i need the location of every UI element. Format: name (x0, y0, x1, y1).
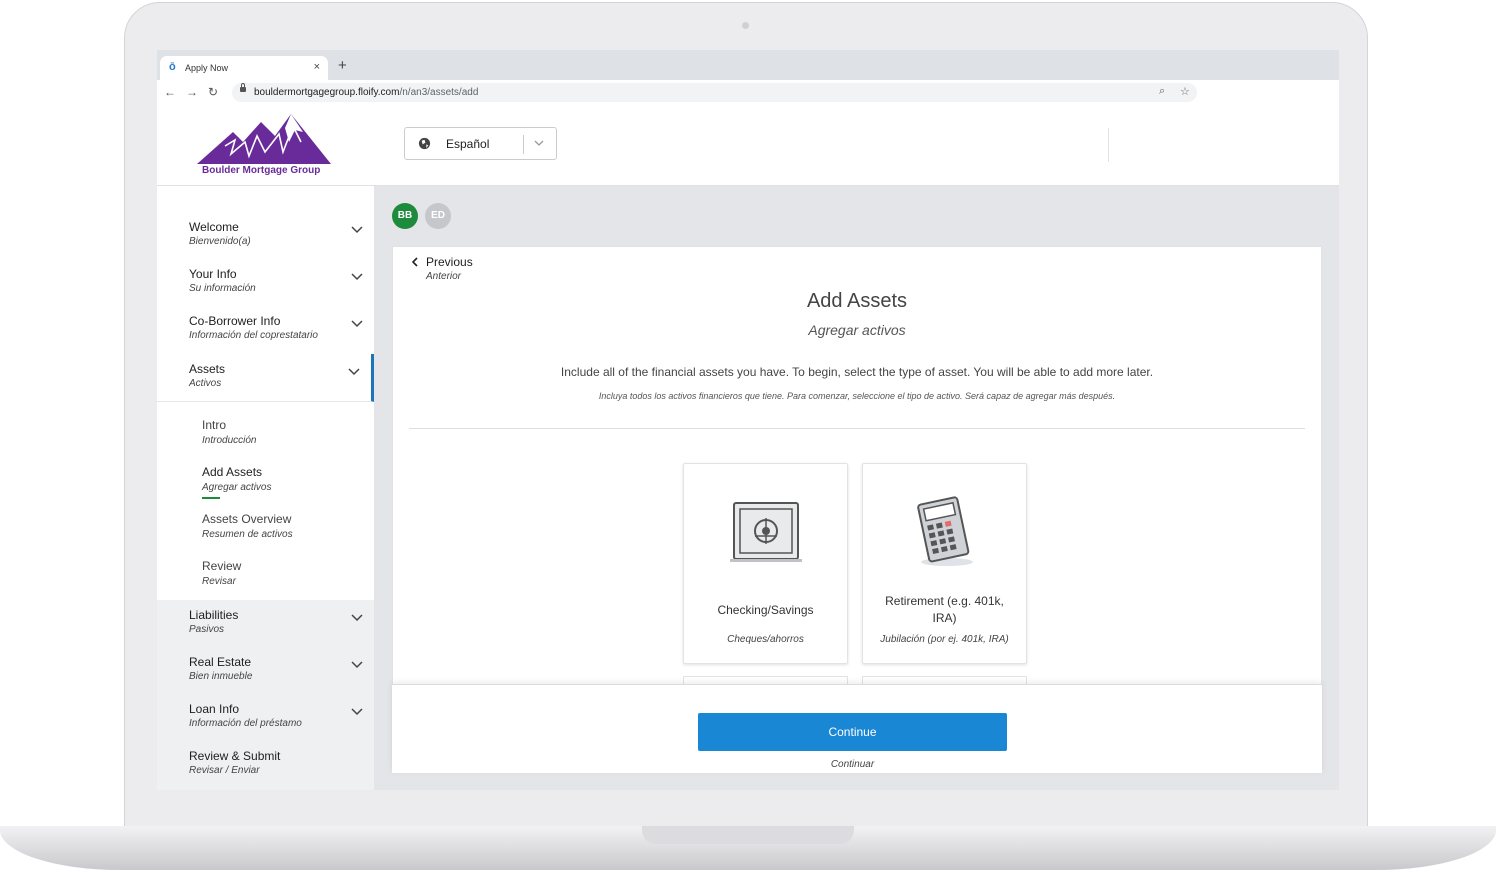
submenu-item-sublabel: Introducción (202, 435, 257, 446)
asset-type-sublabel: Jubilación (por ej. 401k, IRA) (880, 634, 1009, 645)
sidebar-item-sublabel: Información del préstamo (189, 718, 302, 729)
forward-arrow-icon[interactable]: → (186, 85, 198, 99)
sidebar-item-real-estate[interactable]: Real Estate Bien inmueble (157, 647, 374, 693)
avatar-co-borrower[interactable]: ED (425, 203, 451, 229)
chevron-down-icon (348, 368, 360, 376)
sidebar-item-your-info[interactable]: Your Info Su información (157, 259, 374, 305)
continue-button[interactable]: Continue (698, 713, 1007, 751)
zoom-icon[interactable]: ⌕ (1159, 85, 1165, 98)
chevron-down-icon (351, 320, 363, 328)
chevron-down-icon (351, 708, 363, 716)
chevron-down-icon (351, 614, 363, 622)
submenu-item-assets-overview[interactable]: Assets Overview Resumen de activos (202, 512, 293, 540)
sidebar-item-label: Assets (189, 362, 226, 376)
browser-screen: ō Apply Now × + ← → ↻ bouldermortgagegro… (157, 50, 1339, 790)
address-bar[interactable]: bouldermortgagegroup.floify.com/n/an3/as… (232, 83, 1197, 102)
close-tab-icon[interactable]: × (314, 61, 320, 73)
new-tab-button[interactable]: + (338, 57, 347, 74)
previous-sublabel: Anterior (426, 271, 462, 282)
asset-type-checking-savings[interactable]: Checking/Savings Cheques/ahorros (683, 463, 848, 664)
asset-type-sublabel: Cheques/ahorros (727, 634, 804, 645)
sidebar-item-sublabel: Su información (189, 283, 256, 294)
logo-text: Boulder Mortgage Group (202, 165, 321, 176)
previous-label: Previous (426, 255, 473, 269)
asset-type-label: Retirement (e.g. 401k, IRA) (863, 593, 1026, 627)
divider (409, 428, 1305, 429)
sidebar-item-label: Welcome (189, 220, 239, 234)
reload-icon[interactable]: ↻ (208, 85, 218, 99)
footer-action-bar: Continue Continuar (392, 684, 1322, 773)
sidebar-item-label: Liabilities (189, 608, 239, 622)
tab-strip: ō Apply Now × + (157, 50, 1339, 80)
chevron-down-icon (351, 661, 363, 669)
globe-icon (418, 137, 431, 150)
intro-text-es: Incluya todos los activos financieros qu… (598, 391, 1116, 401)
sidebar-item-welcome[interactable]: Welcome Bienvenido(a) (157, 212, 374, 258)
chevron-down-icon (534, 140, 544, 146)
asset-type-label-line: IRA) (932, 611, 957, 625)
safe-icon (730, 502, 802, 562)
sidebar-item-label: Review & Submit (189, 749, 281, 763)
browser-toolbar: ← → ↻ bouldermortgagegroup.floify.com/n/… (157, 80, 1339, 107)
lock-icon (240, 83, 246, 92)
submenu-item-label: Intro (202, 418, 227, 432)
chevron-left-icon (411, 257, 418, 267)
sidebar-item-liabilities[interactable]: Liabilities Pasivos (157, 600, 374, 646)
sidebar-item-loan-info[interactable]: Loan Info Información del préstamo (157, 694, 374, 740)
submenu-item-sublabel: Revisar (202, 576, 236, 587)
browser-tab[interactable]: ō Apply Now × (160, 56, 328, 80)
sidebar-item-co-borrower-info[interactable]: Co-Borrower Info Información del coprest… (157, 306, 374, 352)
language-select[interactable]: Español (404, 127, 557, 160)
url-host: bouldermortgagegroup.floify.com (254, 87, 400, 98)
select-divider (523, 135, 524, 154)
page-subtitle: Agregar activos (808, 322, 906, 338)
chevron-down-icon (351, 226, 363, 234)
camera-dot (742, 22, 749, 29)
avatar-borrower[interactable]: BB (392, 203, 418, 229)
sidebar-lower-section: Liabilities Pasivos Real Estate Bien inm… (157, 600, 374, 790)
sidebar-item-label: Co-Borrower Info (189, 314, 281, 328)
url-path: /n/an3/assets/add (399, 87, 479, 98)
laptop-notch (642, 826, 854, 844)
submenu-item-review[interactable]: Review Revisar (202, 559, 241, 587)
sidebar-item-review-submit[interactable]: Review & Submit Revisar / Enviar (157, 741, 374, 787)
assets-submenu: Intro Introducción Add Assets Agregar ac… (157, 402, 374, 600)
submenu-item-label: Review (202, 559, 242, 573)
submenu-item-label: Assets Overview (202, 512, 292, 526)
sidebar-item-assets[interactable]: Assets Activos (157, 354, 374, 402)
sidebar-item-sublabel: Información del coprestatario (189, 330, 318, 341)
sidebar-item-label: Real Estate (189, 655, 252, 669)
bookmark-star-icon[interactable]: ☆ (1180, 85, 1190, 98)
submenu-item-sublabel: Resumen de activos (202, 529, 293, 540)
submenu-item-label: Add Assets (202, 465, 263, 479)
submenu-item-sublabel: Agregar activos (202, 482, 272, 493)
sidebar-item-sublabel: Bien inmueble (189, 671, 253, 682)
back-arrow-icon[interactable]: ← (164, 85, 176, 99)
asset-type-label-line: Retirement (e.g. 401k, (885, 594, 1004, 608)
continue-sublabel: Continuar (830, 759, 875, 770)
tab-title: Apply Now (185, 63, 229, 73)
sidebar: Welcome Bienvenido(a) Your Info Su infor… (157, 186, 374, 790)
site-header: Boulder Mortgage Group Español (157, 106, 1339, 186)
calculator-icon (917, 496, 973, 566)
current-step-indicator (202, 497, 220, 499)
header-divider (1108, 128, 1109, 162)
submenu-item-add-assets[interactable]: Add Assets Agregar activos (202, 465, 271, 493)
asset-type-label: Checking/Savings (717, 603, 814, 617)
sidebar-item-sublabel: Revisar / Enviar (189, 765, 260, 776)
language-label: Español (446, 137, 490, 151)
sidebar-item-sublabel: Pasivos (189, 624, 225, 635)
sidebar-item-sublabel: Activos (189, 378, 222, 389)
sidebar-item-label: Loan Info (189, 702, 240, 716)
intro-text: Include all of the financial assets you … (560, 365, 1154, 379)
chevron-down-icon (351, 273, 363, 281)
submenu-item-intro[interactable]: Intro Introducción (202, 418, 256, 446)
floify-favicon-icon: ō (169, 61, 176, 73)
sidebar-item-sublabel: Bienvenido(a) (189, 236, 251, 247)
sidebar-item-label: Your Info (189, 267, 237, 281)
page-title: Add Assets (806, 290, 908, 312)
asset-type-retirement[interactable]: Retirement (e.g. 401k, IRA) Jubilación (p… (862, 463, 1027, 664)
